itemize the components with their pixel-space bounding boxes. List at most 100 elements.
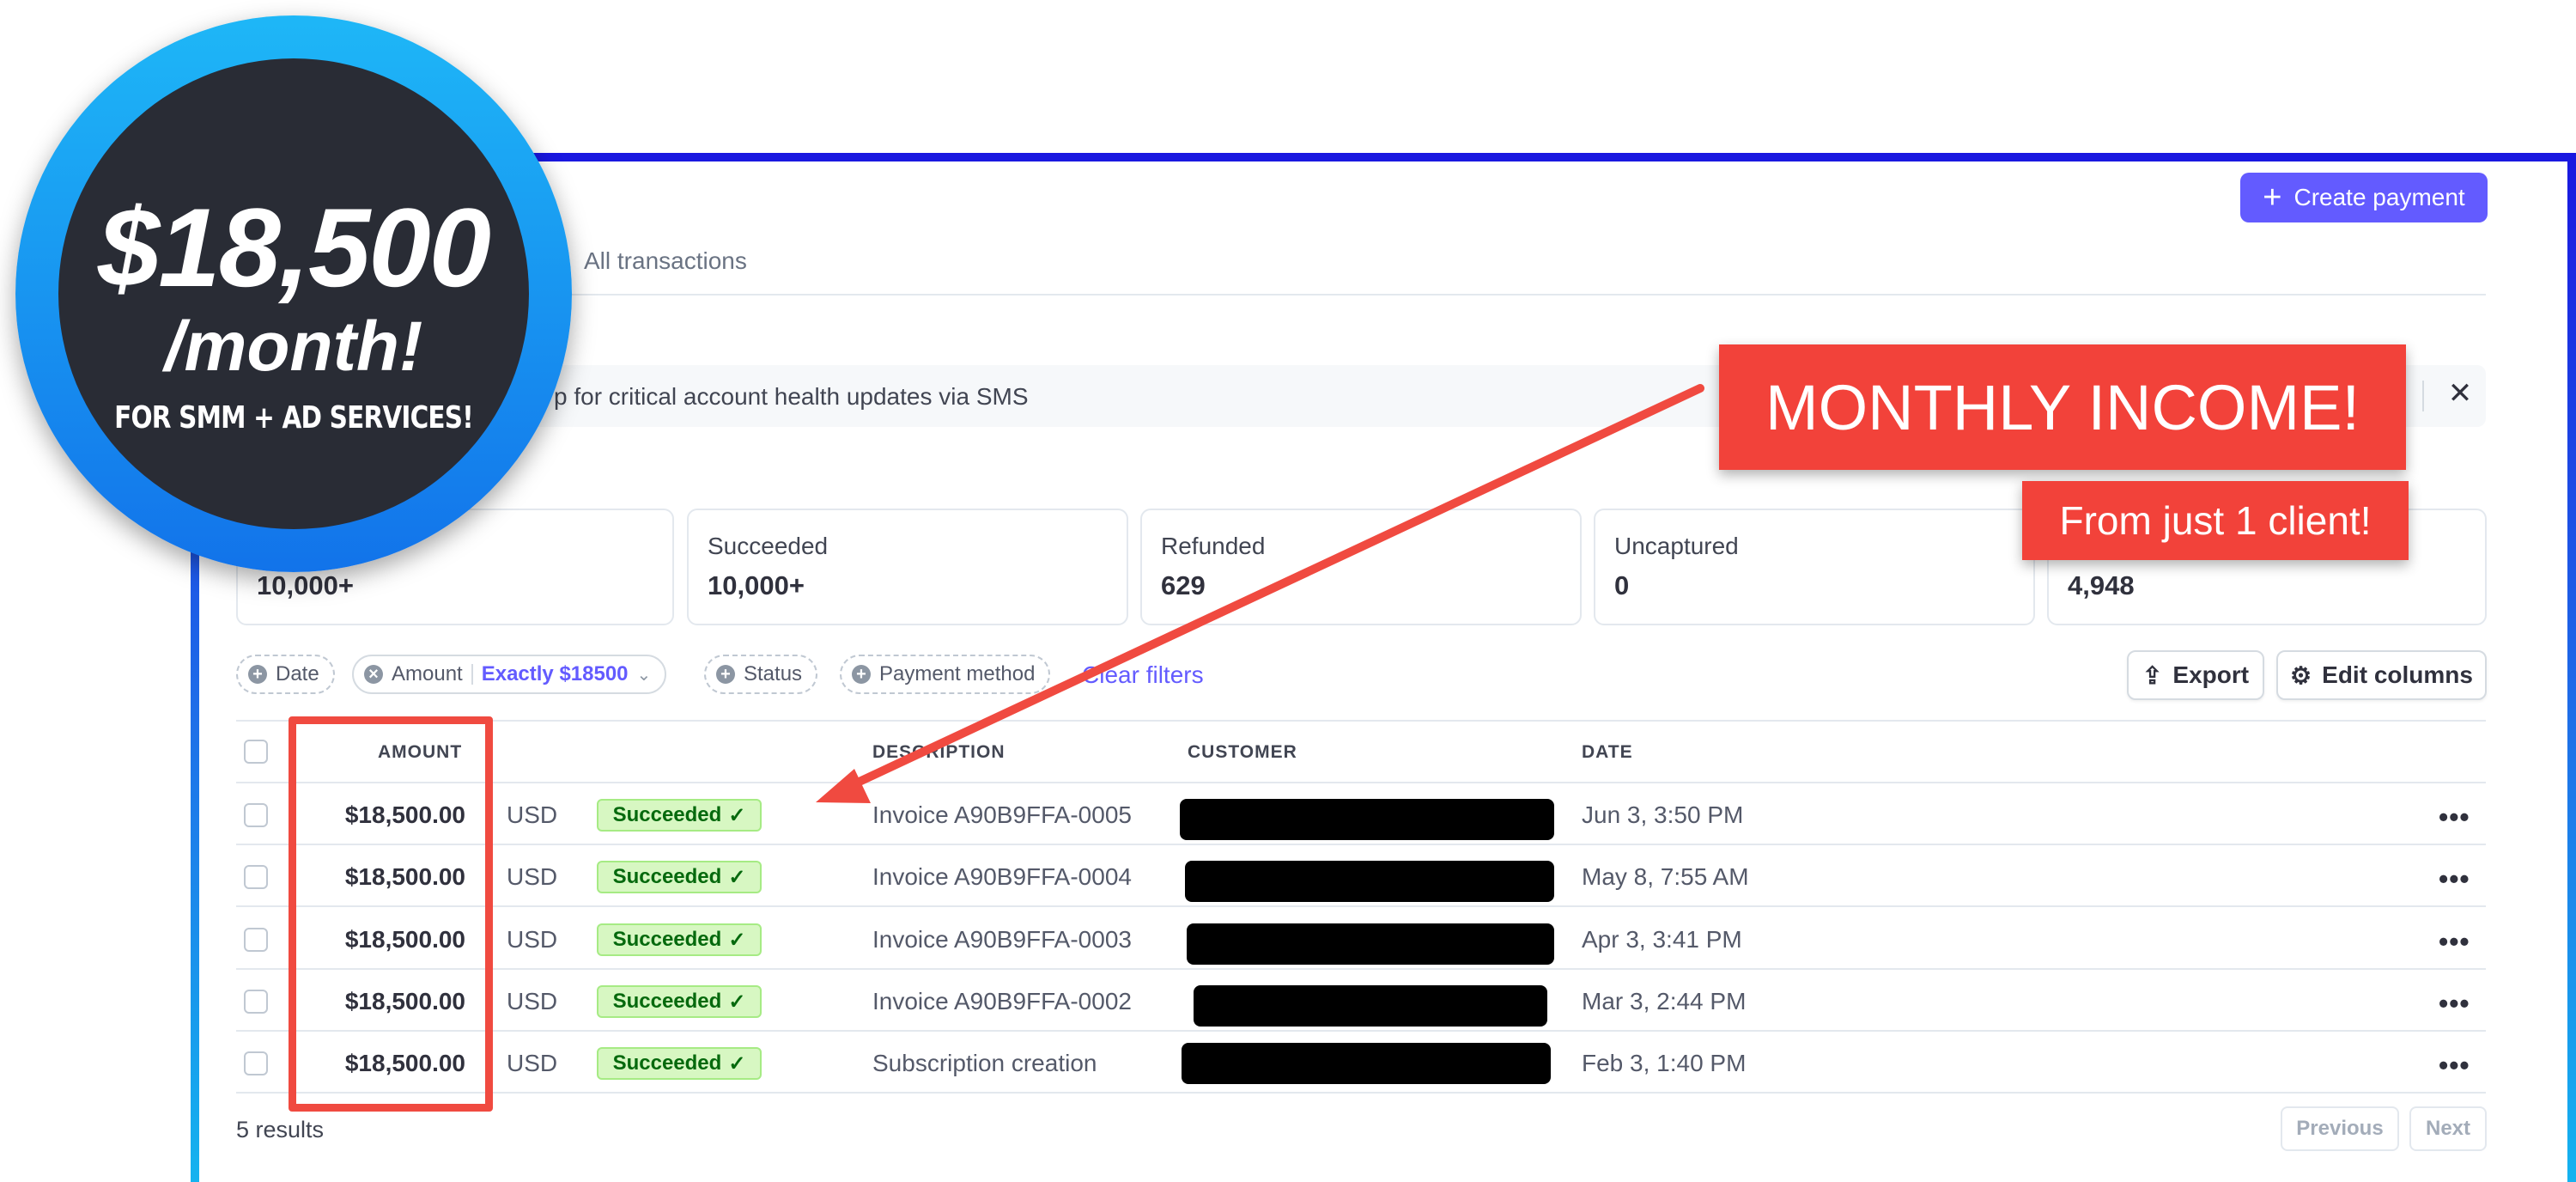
filter-separator [471,664,473,685]
row-description[interactable]: Invoice A90B9FFA-0002 [872,988,1132,1015]
banner-text: p for critical account health updates vi… [554,383,1029,410]
status-label: Succeeded [612,1051,722,1075]
results-count: 5 results [236,1117,325,1142]
stat-card-succeeded[interactable]: Succeeded 10,000+ [687,509,1128,625]
export-label: Export [2172,661,2250,688]
chevron-down-icon: ⌄ [636,665,652,685]
plus-circle-icon: + [716,665,735,684]
row-date: May 8, 7:55 AM [1582,863,1749,890]
row-date: Feb 3, 1:40 PM [1582,1050,1747,1076]
column-header-description[interactable]: DESCRIPTION [872,742,1005,763]
row-date: Apr 3, 3:41 PM [1582,926,1742,953]
select-all-checkbox[interactable] [244,740,268,764]
one-client-callout: From just 1 client! [2022,481,2409,560]
row-description[interactable]: Invoice A90B9FFA-0003 [872,926,1132,954]
checkmark-icon: ✓ [728,803,746,827]
export-icon: ⇪ [2142,661,2163,689]
gear-icon: ⚙ [2290,661,2312,689]
status-badge: Succeeded ✓ [597,1047,762,1080]
clear-filters-link[interactable]: Clear filters [1082,661,1204,689]
filter-label: Payment method [879,662,1036,685]
filter-label: Amount [392,662,463,685]
checkmark-icon: ✓ [728,1051,746,1075]
badge-price: $18,500 [98,185,491,310]
remove-circle-icon[interactable]: × [364,665,383,684]
redacted-customer [1182,1043,1551,1084]
more-options-icon[interactable]: ••• [2439,928,2470,955]
monthly-income-callout: MONTHLY INCOME! [1719,344,2406,470]
plus-circle-icon: + [248,665,267,684]
filter-payment-method[interactable]: + Payment method [840,655,1051,694]
status-badge: Succeeded ✓ [597,985,762,1018]
redacted-customer [1185,861,1554,902]
row-currency: USD [507,988,558,1014]
column-header-customer[interactable]: CUSTOMER [1188,742,1297,763]
stat-card-refunded[interactable]: Refunded 629 [1140,509,1582,625]
checkmark-icon: ✓ [728,990,746,1014]
column-header-date[interactable]: DATE [1582,742,1633,763]
badge-note: FOR SMM + AD SERVICES! [114,400,474,436]
stat-value: 10,000+ [257,570,354,600]
create-payment-label: Create payment [2293,184,2465,210]
stat-label: Refunded [1161,533,1266,559]
checkmark-icon: ✓ [728,865,746,889]
redacted-customer [1194,985,1547,1027]
row-divider [236,1030,2486,1032]
filter-value: Exactly $18500 [481,662,629,685]
status-badge: Succeeded ✓ [597,799,762,832]
row-currency: USD [507,926,558,953]
stat-value: 10,000+ [708,570,805,600]
stat-value: 4,948 [2068,570,2135,600]
more-options-icon[interactable]: ••• [2439,1051,2470,1079]
status-badge: Succeeded ✓ [597,861,762,893]
row-date: Jun 3, 3:50 PM [1582,801,1744,828]
more-options-icon[interactable]: ••• [2439,865,2470,893]
status-label: Succeeded [612,990,722,1013]
stat-value: 629 [1161,570,1206,600]
status-badge: Succeeded ✓ [597,923,762,956]
filter-label: Date [276,662,319,685]
more-options-icon[interactable]: ••• [2439,803,2470,831]
stat-label: Succeeded [708,533,829,559]
checkmark-icon: ✓ [728,928,746,952]
tab-all-transactions[interactable]: All transactions [584,247,747,275]
stat-card-uncaptured[interactable]: Uncaptured 0 [1594,509,2035,625]
amount-highlight-box [289,716,493,1112]
table-top-border [236,720,2486,722]
row-description[interactable]: Subscription creation [872,1050,1097,1077]
price-badge: $18,500 /month! FOR SMM + AD SERVICES! [15,15,572,572]
row-divider [236,905,2486,907]
edit-columns-button[interactable]: ⚙ Edit columns [2276,650,2487,700]
filter-status[interactable]: + Status [704,655,818,694]
more-options-icon[interactable]: ••• [2439,990,2470,1017]
row-date: Mar 3, 2:44 PM [1582,988,1747,1014]
row-description[interactable]: Invoice A90B9FFA-0005 [872,801,1132,829]
row-currency: USD [507,863,558,890]
row-divider [236,782,2486,783]
edit-columns-label: Edit columns [2322,661,2473,688]
export-button[interactable]: ⇪ Export [2127,650,2264,700]
filter-date[interactable]: + Date [236,655,335,694]
row-divider [236,968,2486,970]
status-label: Succeeded [612,928,722,951]
filter-label: Status [744,662,803,685]
previous-page-button[interactable]: Previous [2281,1106,2399,1151]
row-divider [236,844,2486,845]
row-currency: USD [507,1050,558,1076]
filter-amount[interactable]: × Amount Exactly $18500 ⌄ [352,655,667,694]
row-currency: USD [507,801,558,828]
table-bottom-border [236,1092,2486,1094]
close-icon[interactable]: ✕ [2441,375,2479,412]
row-description[interactable]: Invoice A90B9FFA-0004 [872,863,1132,891]
next-page-button[interactable]: Next [2409,1106,2487,1151]
stat-label: Uncaptured [1614,533,1739,559]
redacted-customer [1187,923,1554,965]
create-payment-button[interactable]: + Create payment [2240,173,2488,222]
tab-divider [236,294,2486,296]
plus-icon: + [2263,180,2282,216]
stat-value: 0 [1614,570,1630,600]
plus-circle-icon: + [852,665,871,684]
banner-divider [2422,381,2424,411]
status-label: Succeeded [612,865,722,888]
redacted-customer [1180,799,1554,840]
